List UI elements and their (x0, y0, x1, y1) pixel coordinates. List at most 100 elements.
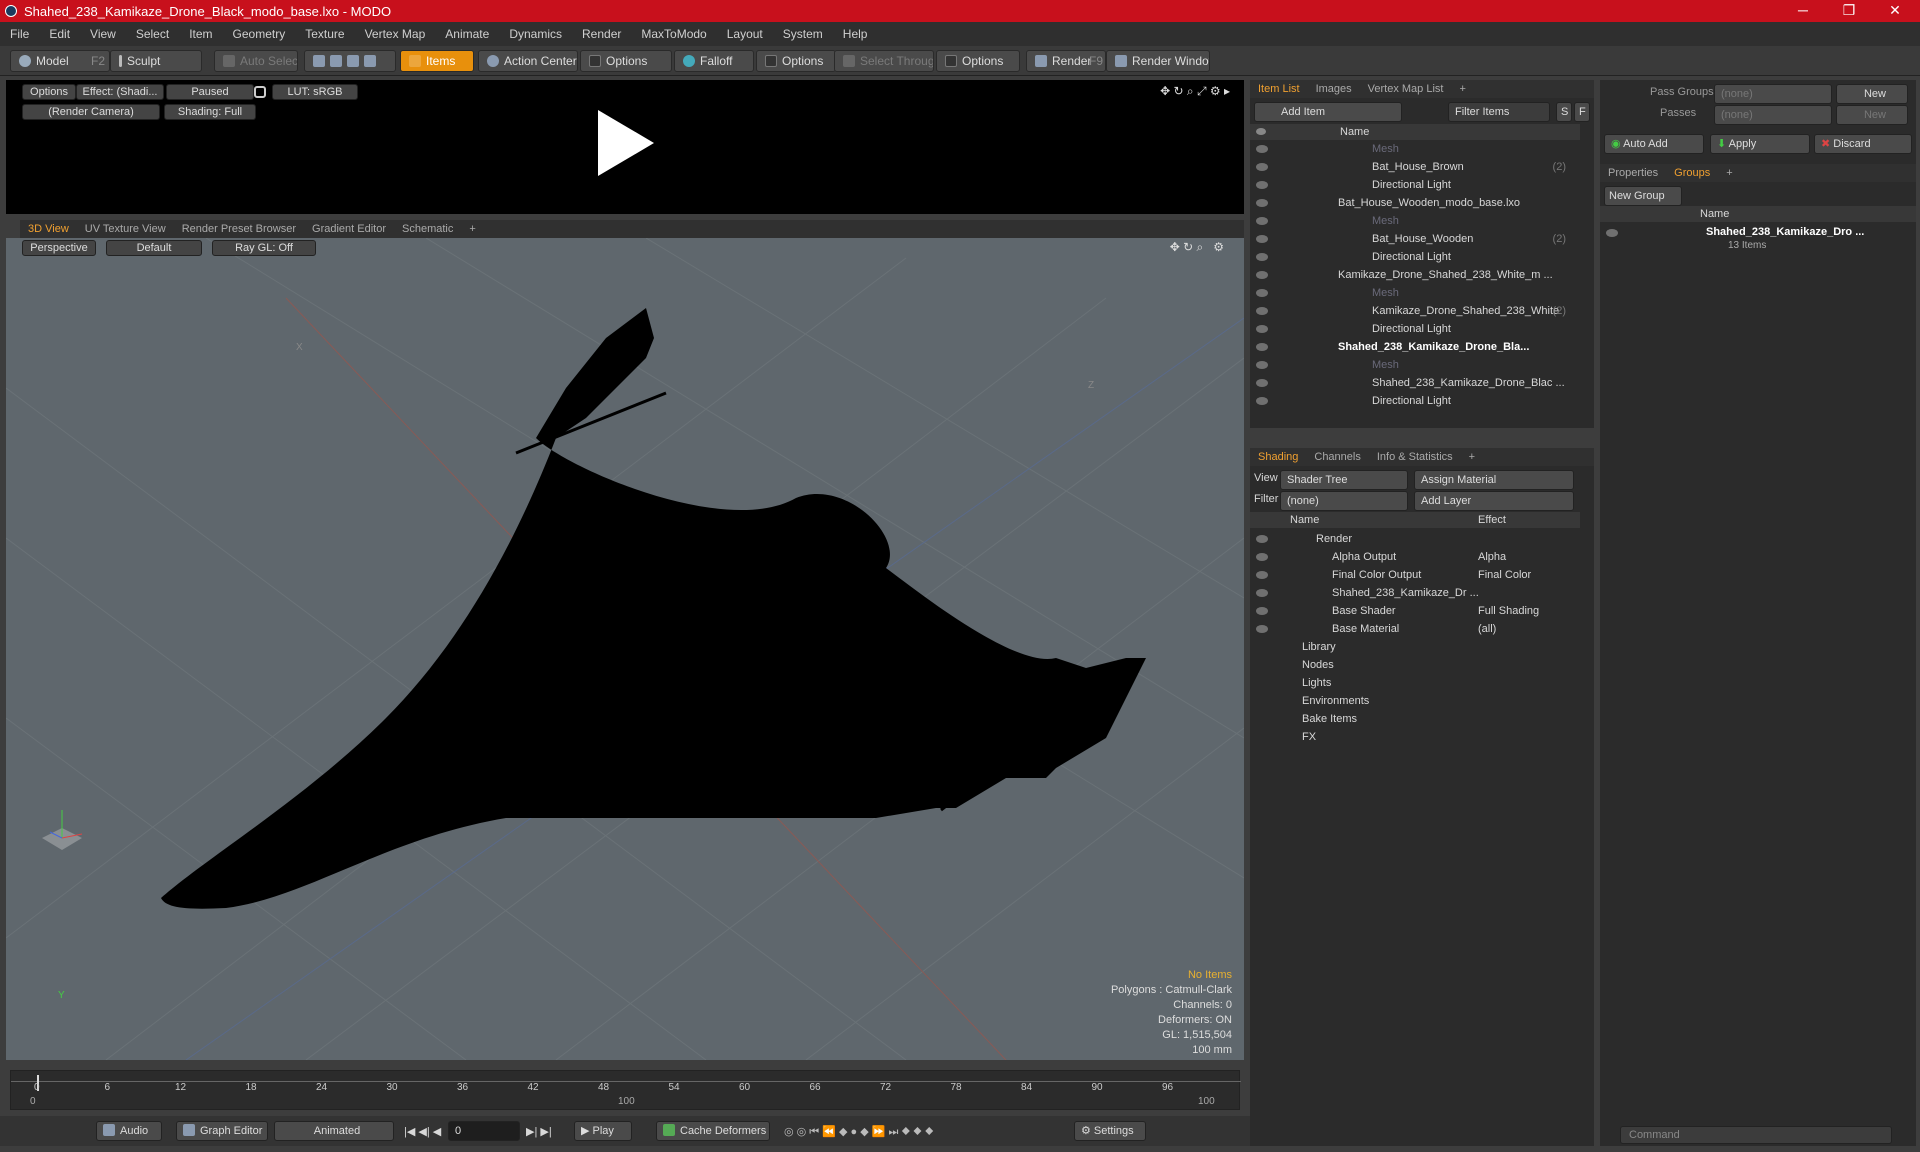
items-mode-button[interactable]: Items (400, 50, 474, 72)
visibility-eye-icon[interactable] (1256, 535, 1268, 543)
tab-shading[interactable]: Shading (1250, 451, 1306, 463)
add-item-dropdown[interactable]: Add Item (1254, 102, 1402, 122)
menu-help[interactable]: Help (833, 27, 878, 41)
visibility-eye-icon[interactable] (1256, 199, 1268, 207)
animated-dropdown[interactable]: Animated (274, 1121, 394, 1141)
play-button[interactable]: ▶ Play (574, 1121, 632, 1141)
shader-tree-row[interactable]: Nodes (1250, 656, 1580, 674)
filter-items-field[interactable]: Filter Items (1448, 102, 1550, 122)
visibility-eye-icon[interactable] (1256, 289, 1268, 297)
vertices-icon[interactable] (313, 55, 325, 67)
falloff-options-button[interactable]: Options (756, 50, 836, 72)
selection-mode-group[interactable] (304, 50, 396, 72)
new-pass-button[interactable]: New (1836, 105, 1908, 125)
transport-back-controls[interactable]: |◀ ◀| ◀ (404, 1125, 441, 1138)
passes-dropdown[interactable]: (none) (1714, 105, 1832, 125)
tab-uv-texture-view[interactable]: UV Texture View (77, 223, 174, 235)
play-icon[interactable] (590, 108, 660, 178)
item-list-row[interactable]: Mesh (1250, 140, 1580, 158)
graph-editor-button[interactable]: Graph Editor (176, 1121, 268, 1141)
tab-properties[interactable]: Properties (1600, 167, 1666, 179)
shader-effect-value[interactable]: (all) (1478, 620, 1496, 638)
tab-3d-view[interactable]: 3D View (20, 223, 77, 235)
camera-dropdown[interactable]: (Render Camera) (22, 104, 160, 120)
visibility-eye-icon[interactable] (1256, 397, 1268, 405)
item-list-row[interactable]: Shahed_238_Kamikaze_Drone_Bla... (1250, 338, 1580, 356)
tab-groups[interactable]: Groups (1666, 167, 1718, 179)
view-dropdown[interactable]: Shader Tree (1280, 470, 1408, 490)
visibility-eye-icon[interactable] (1256, 589, 1268, 597)
settings-button[interactable]: ⚙ Settings (1074, 1121, 1146, 1141)
tab-add-groups[interactable]: + (1718, 167, 1740, 179)
tab-vertex-map-list[interactable]: Vertex Map List (1360, 83, 1452, 95)
render-window-button[interactable]: Render Window (1106, 50, 1210, 72)
item-list-row[interactable]: Directional Light (1250, 248, 1580, 266)
tab-add-shading[interactable]: + (1461, 451, 1483, 463)
visibility-eye-icon[interactable] (1256, 307, 1268, 315)
menu-view[interactable]: View (80, 27, 126, 41)
shader-tree-row[interactable]: Base Material (all) (1250, 620, 1580, 638)
close-button[interactable]: ✕ (1872, 0, 1918, 22)
sculpt-mode-button[interactable]: Sculpt (110, 50, 202, 72)
apply-button[interactable]: ⬇ Apply (1710, 134, 1810, 154)
select-through-options-button[interactable]: Options (936, 50, 1020, 72)
tab-info-statistics[interactable]: Info & Statistics (1369, 451, 1461, 463)
tab-schematic[interactable]: Schematic (394, 223, 461, 235)
menu-maxtomodo[interactable]: MaxToModo (631, 27, 716, 41)
visibility-eye-icon[interactable] (1256, 145, 1268, 153)
new-pass-group-button[interactable]: New (1836, 84, 1908, 104)
auto-select-button[interactable]: Auto Select (214, 50, 298, 72)
tab-item-list[interactable]: Item List (1250, 83, 1308, 95)
visibility-eye-icon[interactable] (1256, 253, 1268, 261)
tab-add-item-list[interactable]: + (1451, 83, 1473, 95)
group-row[interactable]: Shahed_238_Kamikaze_Dro ... 13 Items (1600, 224, 1916, 252)
materials-icon[interactable] (364, 55, 376, 67)
visibility-eye-icon[interactable] (1256, 553, 1268, 561)
shader-tree-row[interactable]: Lights (1250, 674, 1580, 692)
shading-dropdown[interactable]: Shading: Full (164, 104, 256, 120)
f-button[interactable]: F (1574, 102, 1590, 122)
menu-item[interactable]: Item (179, 27, 222, 41)
tab-render-preset-browser[interactable]: Render Preset Browser (174, 223, 304, 235)
paused-button[interactable]: Paused (166, 84, 254, 100)
minimize-button[interactable]: ─ (1780, 0, 1826, 22)
item-list-row[interactable]: Bat_House_Wooden (2) (1250, 230, 1580, 248)
tab-images[interactable]: Images (1308, 83, 1360, 95)
shader-tree-row[interactable]: Shahed_238_Kamikaze_Dr ... (1250, 584, 1580, 602)
shader-tree-row[interactable]: Render (1250, 530, 1580, 548)
select-through-button[interactable]: Select Through (834, 50, 934, 72)
preview-view-controls[interactable]: ✥ ↻ ⌕ ⤢ ⚙ ▸ (1160, 84, 1230, 99)
visibility-eye-icon[interactable] (1256, 343, 1268, 351)
visibility-eye-icon[interactable] (1256, 379, 1268, 387)
tab-add[interactable]: + (461, 223, 483, 235)
item-list-row[interactable]: Mesh (1250, 284, 1580, 302)
group-visibility-icon[interactable] (1606, 229, 1618, 237)
tab-gradient-editor[interactable]: Gradient Editor (304, 223, 394, 235)
s-button[interactable]: S (1556, 102, 1572, 122)
3d-viewport[interactable]: Perspective Default Ray GL: Off ✥ ↻ ⌕ ⚙ … (6, 238, 1244, 1060)
edges-icon[interactable] (330, 55, 342, 67)
visibility-eye-icon[interactable] (1256, 217, 1268, 225)
maximize-button[interactable]: ❐ (1826, 0, 1872, 22)
visibility-eye-icon[interactable] (1256, 163, 1268, 171)
assign-material-dropdown[interactable]: Assign Material (1414, 470, 1574, 490)
discard-button[interactable]: ✖ Discard (1814, 134, 1912, 154)
shader-tree-row[interactable]: Final Color Output Final Color (1250, 566, 1580, 584)
transport-forward-controls[interactable]: ▶| ▶| (526, 1125, 552, 1138)
menu-texture[interactable]: Texture (295, 27, 354, 41)
item-list-row[interactable]: Kamikaze_Drone_Shahed_238_White_m ... (1250, 266, 1580, 284)
visibility-eye-icon[interactable] (1256, 625, 1268, 633)
tab-channels[interactable]: Channels (1306, 451, 1368, 463)
shader-tree-row[interactable]: Library (1250, 638, 1580, 656)
visibility-eye-icon[interactable] (1256, 571, 1268, 579)
visibility-eye-icon[interactable] (1256, 181, 1268, 189)
model-mode-button[interactable]: Model F2 (10, 50, 110, 72)
frame-input[interactable]: 0 (448, 1121, 520, 1141)
menu-file[interactable]: File (0, 27, 39, 41)
item-list-row[interactable]: Kamikaze_Drone_Shahed_238_White (2) (1250, 302, 1580, 320)
menu-edit[interactable]: Edit (39, 27, 80, 41)
auto-add-button[interactable]: ◉ Auto Add (1604, 134, 1704, 154)
polygons-icon[interactable] (347, 55, 359, 67)
pass-groups-dropdown[interactable]: (none) (1714, 84, 1832, 104)
render-button[interactable]: Render F9 (1026, 50, 1106, 72)
